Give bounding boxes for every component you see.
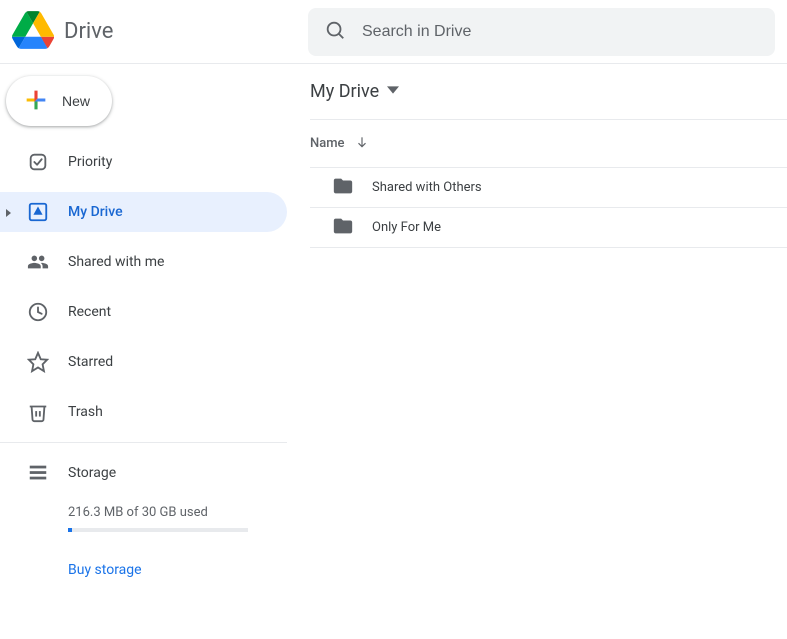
column-header-name[interactable]: Name <box>310 120 787 168</box>
sidebar-item-starred[interactable]: Starred <box>0 342 287 382</box>
search-bar[interactable] <box>308 8 775 56</box>
sidebar-item-my-drive[interactable]: My Drive <box>0 192 287 232</box>
shared-icon <box>26 250 50 274</box>
sidebar-item-label: Recent <box>68 304 111 320</box>
breadcrumb[interactable]: My Drive <box>310 64 787 120</box>
sidebar-item-storage[interactable]: Storage <box>26 453 267 493</box>
buy-storage-link[interactable]: Buy storage <box>68 562 142 578</box>
new-button-label: New <box>62 93 90 109</box>
folder-row[interactable]: Shared with Others <box>310 168 787 208</box>
sidebar-item-label: Trash <box>68 404 103 420</box>
storage-usage-bar <box>68 528 248 532</box>
sidebar-item-label: Starred <box>68 354 113 370</box>
sidebar-item-recent[interactable]: Recent <box>0 292 287 332</box>
caret-down-icon <box>387 84 399 99</box>
column-header-label: Name <box>310 136 345 151</box>
divider <box>0 442 287 443</box>
sidebar-item-shared-with-me[interactable]: Shared with me <box>0 242 287 282</box>
folder-row[interactable]: Only For Me <box>310 208 787 248</box>
drive-logo-area[interactable]: Drive <box>12 9 308 55</box>
sidebar-item-priority[interactable]: Priority <box>0 142 287 182</box>
sort-arrow-down-icon <box>355 135 369 153</box>
search-icon <box>324 19 346 45</box>
sidebar-item-label: Shared with me <box>68 254 164 270</box>
trash-icon <box>26 400 50 424</box>
folder-name: Shared with Others <box>372 180 482 195</box>
sidebar-item-trash[interactable]: Trash <box>0 392 287 432</box>
folder-icon <box>332 175 354 201</box>
drive-logo-icon <box>12 9 54 55</box>
storage-usage-text: 216.3 MB of 30 GB used <box>68 505 267 520</box>
storage-label: Storage <box>68 465 116 481</box>
breadcrumb-label: My Drive <box>310 81 379 102</box>
search-input[interactable] <box>362 23 759 41</box>
recent-icon <box>26 300 50 324</box>
priority-icon <box>26 150 50 174</box>
sidebar: New Priority My Dri <box>0 64 288 639</box>
new-button[interactable]: New <box>6 76 112 126</box>
my-drive-icon <box>26 200 50 224</box>
star-icon <box>26 350 50 374</box>
main-content: My Drive Name Shared with Others <box>288 64 787 639</box>
storage-icon <box>26 461 50 485</box>
folder-name: Only For Me <box>372 220 441 235</box>
sidebar-item-label: My Drive <box>68 204 123 220</box>
product-name: Drive <box>64 19 113 44</box>
folder-icon <box>332 215 354 241</box>
sidebar-item-label: Priority <box>68 154 112 170</box>
plus-icon <box>22 86 50 117</box>
